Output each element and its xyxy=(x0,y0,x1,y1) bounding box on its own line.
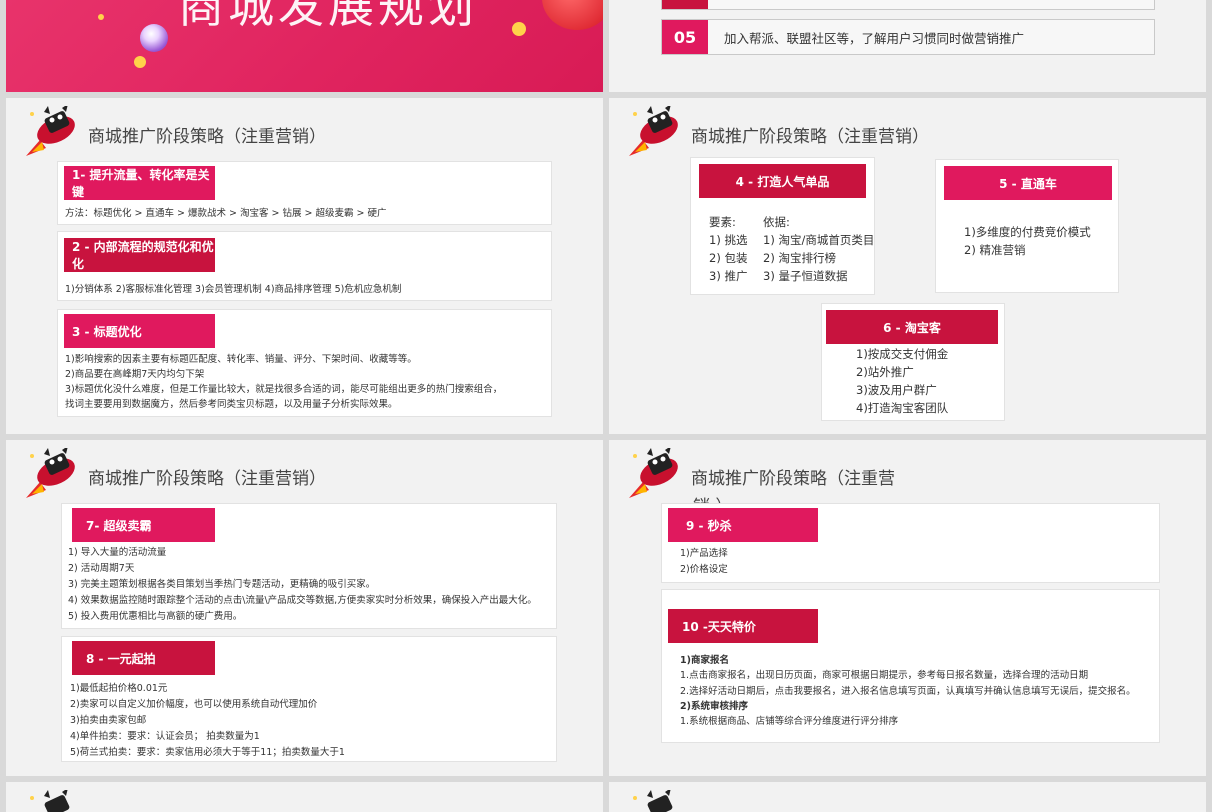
section-title: 商城推广阶段策略（注重营销） xyxy=(88,127,326,147)
card-line: 2.选择好活动日期后，点击我要报名，进入报名信息填写页面，认真填写并确认信息填写… xyxy=(680,686,1136,697)
card-line: 要素: xyxy=(709,215,736,229)
card-line: 1) 淘宝/商城首页类目 xyxy=(763,233,875,247)
tmall-cat-rocket-icon xyxy=(629,106,678,156)
card-line: 1)影响搜索的因素主要有标题匹配度、转化率、销量、评分、下架时间、收藏等等。 xyxy=(65,354,417,365)
card-line: 5)荷兰式拍卖：要求：卖家信用必须大于等于11；拍卖数量大于1 xyxy=(70,747,345,758)
card-line: 4)打造淘宝客团队 xyxy=(856,401,949,415)
row-number-badge: 05 xyxy=(662,20,708,54)
strategy-slide-1: 商城推广阶段策略（注重营销） 1- 提升流量、转化率是关键 方法：标题优化 > … xyxy=(6,98,603,434)
card-line: 找词主要要用到数据魔方，然后参考同类宝贝标题，以及用量子分析实际效果。 xyxy=(65,399,398,410)
card-label: 6 - 淘宝客 xyxy=(826,310,998,344)
card-line: 5) 投入费用优惠相比与高额的硬广费用。 xyxy=(68,611,243,622)
card-line: 1)产品选择 xyxy=(680,548,728,559)
card-label: 10 -天天特价 xyxy=(668,609,818,643)
strategy-card-10: 10 -天天特价 1)商家报名 1.点击商家报名，出现日历页面，商家可根据日期提… xyxy=(661,589,1160,743)
card-line: 2)站外推广 xyxy=(856,365,914,379)
card-line: 2)系统审核排序 xyxy=(680,701,748,712)
card-line: 3)标题优化没什么难度，但是工作量比较大，就是找很多合适的词，能尽可能组出更多的… xyxy=(65,384,503,395)
card-line: 1.系统根据商品、店铺等综合评分维度进行评分排序 xyxy=(680,716,899,727)
strategy-card-1: 1- 提升流量、转化率是关键 方法：标题优化 > 直通车 > 爆款战术 > 淘宝… xyxy=(57,161,552,225)
card-line: 3) 推广 xyxy=(709,269,748,283)
section-title: 商城推广阶段策略（注重营 xyxy=(691,469,895,489)
strategy-card-3: 3 - 标题优化 1)影响搜索的因素主要有标题匹配度、转化率、销量、评分、下架时… xyxy=(57,309,552,417)
tmall-cat-rocket-icon xyxy=(30,790,70,812)
card-line: 1)按成交支付佣金 xyxy=(856,347,949,361)
section-title: 商城推广阶段策略（注重营销） xyxy=(88,469,326,489)
card-line: 3) 量子恒道数据 xyxy=(763,269,848,283)
red-balloon-icon xyxy=(542,0,603,30)
yellow-dot-icon xyxy=(134,56,146,68)
strategy-slide-3: 商城推广阶段策略（注重营销） 7- 超级卖霸 1) 导入大量的活动流量 2) 活… xyxy=(6,440,603,776)
card-line: 2) 活动周期7天 xyxy=(68,563,135,574)
tmall-cat-rocket-icon xyxy=(26,448,75,498)
card-line: 3)拍卖由卖家包邮 xyxy=(70,715,147,726)
card-line: 3)波及用户群广 xyxy=(856,383,937,397)
card-line: 2) 包装 xyxy=(709,251,748,265)
card-line: 2) 精准营销 xyxy=(964,243,1026,257)
main-title: 商城发展规划 xyxy=(178,0,478,33)
strategy-card-4: 4 - 打造人气单品 要素: 1) 挑选 2) 包装 3) 推广 依据: 1) … xyxy=(690,157,875,295)
row-number-badge xyxy=(662,0,708,9)
strategy-card-5: 5 - 直通车 1)多维度的付费竞价模式 2) 精准营销 xyxy=(935,159,1119,293)
card-line: 1) 导入大量的活动流量 xyxy=(68,547,167,558)
strategy-card-2: 2 - 内部流程的规范化和优化 1)分销体系 2)客服标准化管理 3)会员管理机… xyxy=(57,231,552,301)
card-text: 1)分销体系 2)客服标准化管理 3)会员管理机制 4)商品排序管理 5)危机应… xyxy=(65,284,402,295)
card-line: 4) 效果数据监控随时跟踪整个活动的点击\流量\产品成交等数据,方便卖家实时分析… xyxy=(68,595,537,606)
card-line: 1)多维度的付费竞价模式 xyxy=(964,225,1091,239)
strategy-card-6: 6 - 淘宝客 1)按成交支付佣金 2)站外推广 3)波及用户群广 4)打造淘宝… xyxy=(821,303,1005,421)
card-label: 1- 提升流量、转化率是关键 xyxy=(64,166,215,200)
list-row-05: 05 加入帮派、联盟社区等，了解用户习惯同时做营销推广 xyxy=(661,19,1155,55)
strategy-slide-6-partial xyxy=(609,782,1206,812)
card-label: 9 - 秒杀 xyxy=(668,508,818,542)
card-label: 8 - 一元起拍 xyxy=(72,641,215,675)
card-line: 2)价格设定 xyxy=(680,564,728,575)
strategy-slide-2: 商城推广阶段策略（注重营销） 4 - 打造人气单品 要素: 1) 挑选 2) 包… xyxy=(609,98,1206,434)
card-line: 依据: xyxy=(763,215,790,229)
card-label: 2 - 内部流程的规范化和优化 xyxy=(64,238,215,272)
row-text: 加入帮派、联盟社区等，了解用户习惯同时做营销推广 xyxy=(724,30,1025,46)
card-label: 3 - 标题优化 xyxy=(64,314,215,348)
tmall-cat-rocket-icon xyxy=(629,448,678,498)
card-line: 1) 挑选 xyxy=(709,233,748,247)
card-line: 1)商家报名 xyxy=(680,655,729,666)
list-row-partial xyxy=(661,0,1155,10)
card-line: 4)单件拍卖：要求：认证会员； 拍卖数量为1 xyxy=(70,731,260,742)
tmall-cat-rocket-icon xyxy=(26,106,75,156)
strategy-card-8: 8 - 一元起拍 1)最低起拍价格0.01元 2)卖家可以自定义加价幅度，也可以… xyxy=(61,636,557,762)
card-line: 2)卖家可以自定义加价幅度，也可以使用系统自动代理加价 xyxy=(70,699,318,710)
card-line: 3) 完美主题策划根据各类目策划当季热门专题活动，更精确的吸引买家。 xyxy=(68,579,376,590)
card-line: 1)最低起拍价格0.01元 xyxy=(70,683,168,694)
yellow-dot-icon xyxy=(512,22,526,36)
strategy-slide-5-partial xyxy=(6,782,603,812)
card-label: 4 - 打造人气单品 xyxy=(699,164,866,198)
card-text: 方法：标题优化 > 直通车 > 爆款战术 > 淘宝客 > 钻展 > 超级麦霸 >… xyxy=(65,208,387,219)
card-line: 1.点击商家报名，出现日历页面，商家可根据日期提示，参考每日报名数量，选择合理的… xyxy=(680,670,1089,681)
purple-ball-icon xyxy=(140,24,168,52)
card-label: 5 - 直通车 xyxy=(944,166,1112,200)
tmall-cat-rocket-icon xyxy=(633,790,673,812)
yellow-dot-icon xyxy=(98,14,104,20)
title-slide-partial: 商城发展规划 xyxy=(6,0,603,92)
card-label: 7- 超级卖霸 xyxy=(72,508,215,542)
section-title: 商城推广阶段策略（注重营销） xyxy=(691,127,929,147)
strategy-card-9: 9 - 秒杀 1)产品选择 2)价格设定 xyxy=(661,503,1160,583)
card-line: 2) 淘宝排行榜 xyxy=(763,251,836,265)
strategy-slide-4: 商城推广阶段策略（注重营 销 ） 9 - 秒杀 1)产品选择 2)价格设定 10… xyxy=(609,440,1206,776)
card-line: 2)商品要在高峰期7天内均匀下架 xyxy=(65,369,205,380)
list-slide-partial: 05 加入帮派、联盟社区等，了解用户习惯同时做营销推广 xyxy=(609,0,1206,92)
strategy-card-7: 7- 超级卖霸 1) 导入大量的活动流量 2) 活动周期7天 3) 完美主题策划… xyxy=(61,503,557,629)
